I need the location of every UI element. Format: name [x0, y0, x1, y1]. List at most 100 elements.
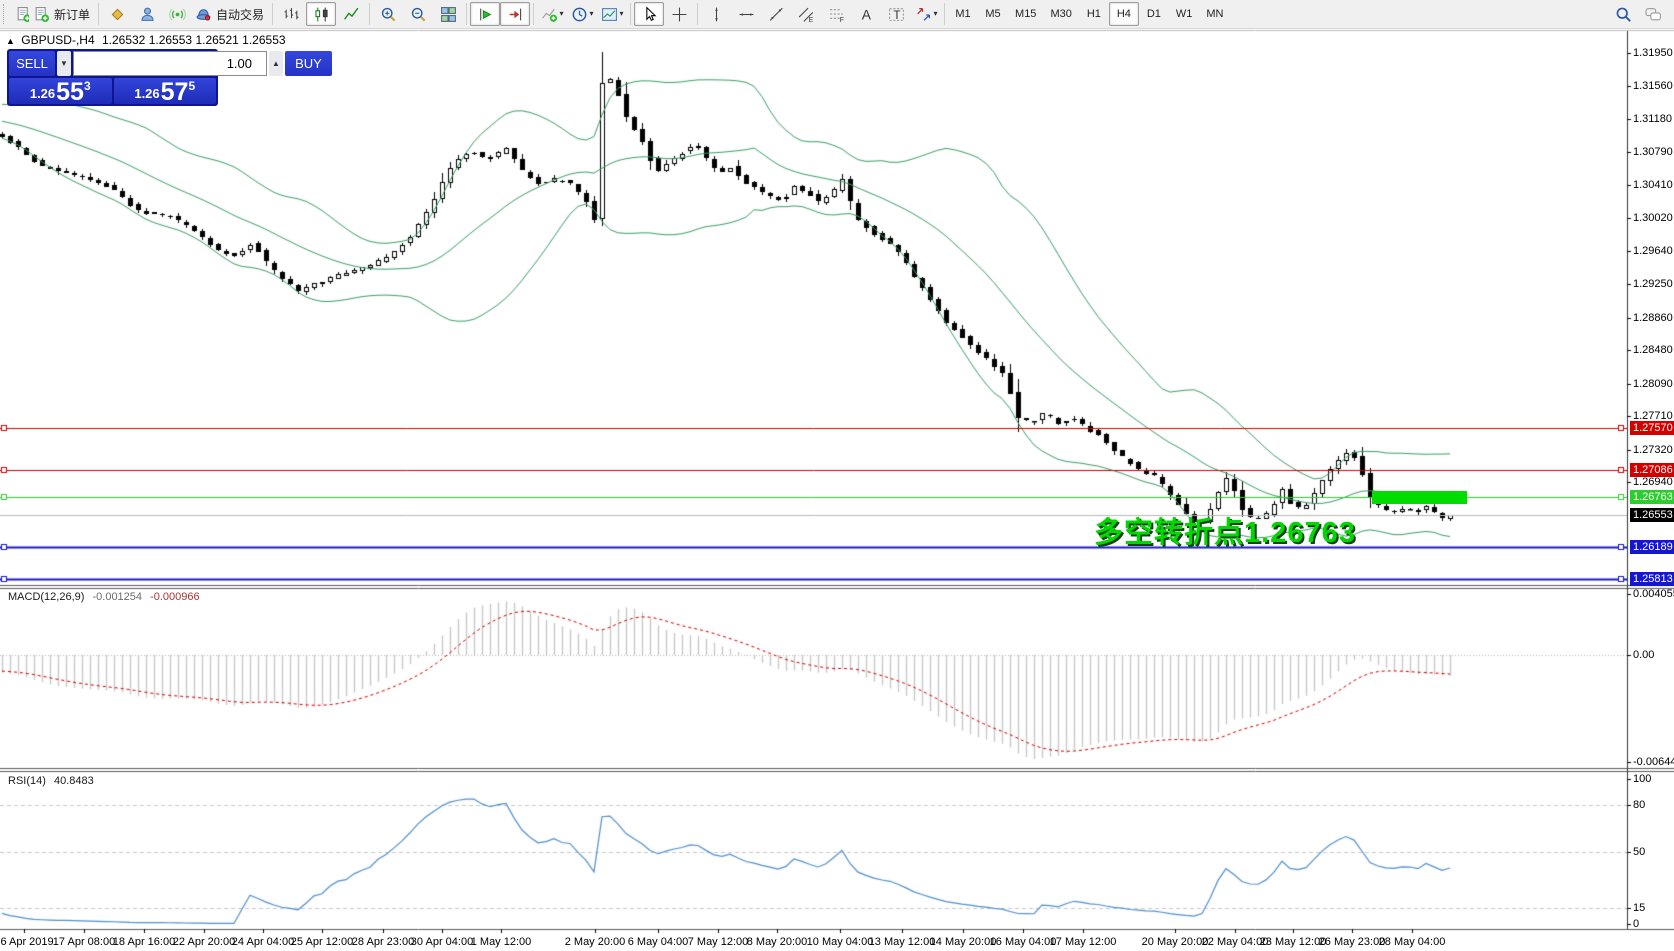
periods-button[interactable]: ▾ — [567, 2, 597, 26]
person-icon — [139, 6, 156, 23]
autotrading-button[interactable]: 自动交易 — [192, 2, 269, 26]
price-scale-label: 1.30410 — [1633, 179, 1673, 191]
time-axis-label: 28 Apr 23:00 — [352, 936, 414, 948]
rsi-scale-label: 0 — [1633, 918, 1639, 930]
auto-scroll-button[interactable] — [470, 2, 500, 26]
time-axis-label: 13 May 12:00 — [869, 936, 936, 948]
shapes-icon — [915, 6, 932, 23]
timeframe-mn-button-label: MN — [1202, 8, 1227, 20]
macd-value: -0.001254 — [92, 591, 142, 603]
hline-icon — [738, 6, 755, 23]
text-button[interactable]: A — [851, 2, 881, 26]
rsi-value: 40.8483 — [54, 775, 94, 787]
timeframe-d1-button[interactable]: D1 — [1139, 2, 1169, 26]
ind-add-icon — [541, 6, 558, 23]
collapse-one-click-icon[interactable]: ▲ — [6, 36, 15, 46]
tile-windows-button[interactable] — [433, 2, 463, 26]
price-marker-label: 1.27086 — [1630, 463, 1674, 477]
price-scale-label: 1.26940 — [1633, 476, 1673, 488]
timeframe-m15-button[interactable]: M15 — [1008, 2, 1043, 26]
price-marker-label: 1.27570 — [1630, 421, 1674, 435]
time-axis-label: 25 Apr 12:00 — [291, 936, 353, 948]
toolbar: 新订单 自动交易 ▾ ▾ ▾ E F AT ▾ M1M5M15 M30 H1H4D1W1MN — [0, 0, 1674, 29]
time-axis-label: 16 May 04:00 — [990, 936, 1057, 948]
time-axis-label: 22 Apr 20:00 — [173, 936, 235, 948]
search-button[interactable] — [1608, 2, 1638, 26]
symbol-period-label: GBPUSD-,H4 — [21, 33, 94, 47]
timeframe-h4-button[interactable]: H4 — [1109, 2, 1139, 26]
fibo-icon: F — [828, 6, 845, 23]
crosshair-button[interactable] — [664, 2, 694, 26]
candlestick-button[interactable] — [306, 2, 336, 26]
new-order-button[interactable]: 新订单 — [30, 2, 95, 26]
analyst-annotation-text[interactable]: 多空转折点1.26763 — [1094, 509, 1356, 551]
timeframe-m5-button[interactable]: M5 — [978, 2, 1008, 26]
rsi-scale-label: 100 — [1633, 773, 1651, 785]
timeframe-h1-button[interactable]: H1 — [1079, 2, 1109, 26]
indicators-button[interactable]: ▾ — [537, 2, 567, 26]
time-axis-label: 2 May 20:00 — [565, 936, 626, 948]
horizontal-line-button[interactable] — [731, 2, 761, 26]
time-axis-label: 7 May 12:00 — [688, 936, 749, 948]
equidistant-channel-button[interactable]: E — [791, 2, 821, 26]
sell-price-display[interactable]: 1.26 55 3 — [9, 78, 112, 104]
time-axis-label: 30 Apr 04:00 — [411, 936, 473, 948]
metaeditor-button[interactable] — [102, 2, 132, 26]
chart-canvas[interactable] — [0, 0, 1674, 951]
rsi-scale-label: 50 — [1633, 846, 1645, 858]
buy-button[interactable]: BUY — [285, 51, 332, 76]
fibonacci-button[interactable]: F — [821, 2, 851, 26]
chart-shift-button[interactable] — [500, 2, 530, 26]
cursor-button[interactable] — [634, 2, 664, 26]
timeframe-m30-button[interactable]: M30 — [1043, 2, 1078, 26]
template-icon — [601, 6, 618, 23]
zoom-in-button[interactable] — [373, 2, 403, 26]
timeframe-w1-button[interactable]: W1 — [1169, 2, 1200, 26]
volume-input[interactable] — [73, 51, 267, 76]
timeframe-m30-button-label: M30 — [1046, 8, 1075, 20]
signals-button[interactable] — [162, 2, 192, 26]
volume-decrease-button[interactable]: ▼ — [57, 51, 71, 76]
price-scale-label: 1.30790 — [1633, 146, 1673, 158]
chat-button[interactable] — [1638, 2, 1668, 26]
timeframe-m15-button-label: M15 — [1011, 8, 1040, 20]
buy-price-display[interactable]: 1.26 57 5 — [114, 78, 217, 104]
templates-button[interactable]: ▾ — [597, 2, 627, 26]
doc-plus-icon — [15, 6, 30, 23]
svg-text:F: F — [839, 16, 843, 22]
bars-icon — [283, 6, 300, 23]
dropdown-caret-icon[interactable]: ▾ — [620, 10, 624, 18]
green-highlight-rectangle[interactable] — [1372, 491, 1467, 504]
vertical-line-button[interactable] — [701, 2, 731, 26]
volume-increase-button[interactable]: ▲ — [269, 51, 283, 76]
price-marker-label: 1.26189 — [1630, 540, 1674, 554]
dropdown-caret-icon[interactable]: ▾ — [560, 10, 564, 18]
rsi-scale-label: 80 — [1633, 799, 1645, 811]
price-scale-label: 1.31180 — [1633, 113, 1672, 125]
time-axis-label: 16 Apr 2019 — [0, 936, 54, 948]
timeframe-m1-button[interactable]: M1 — [948, 2, 978, 26]
chart-ohlc-header: ▲ GBPUSD-,H4 1.26532 1.26553 1.26521 1.2… — [6, 33, 286, 47]
sell-button[interactable]: SELL — [9, 51, 55, 76]
clock-icon — [571, 6, 588, 23]
price-scale-label: 1.29640 — [1633, 245, 1673, 257]
autotrading-button-label: 自动交易 — [214, 6, 266, 23]
toolbar-separator — [533, 3, 534, 25]
zoom-out-button[interactable] — [403, 2, 433, 26]
line-chart-button[interactable] — [336, 2, 366, 26]
dropdown-caret-icon[interactable]: ▾ — [590, 10, 594, 18]
community-button[interactable] — [132, 2, 162, 26]
high-value: 1.26553 — [149, 33, 192, 47]
dropdown-caret-icon[interactable]: ▾ — [934, 10, 938, 18]
timeframe-mn-button[interactable]: MN — [1199, 2, 1230, 26]
doc-plus-icon — [33, 6, 50, 23]
trendline-button[interactable] — [761, 2, 791, 26]
bar-chart-button[interactable] — [276, 2, 306, 26]
svg-text:A: A — [861, 6, 871, 22]
tiles-icon — [440, 6, 457, 23]
new-chart-button[interactable] — [12, 2, 30, 26]
text-label-button[interactable]: T — [881, 2, 911, 26]
time-axis-label: 17 Apr 08:00 — [53, 936, 115, 948]
arrows-button[interactable]: ▾ — [911, 2, 941, 26]
toolbar-separator — [944, 3, 945, 25]
